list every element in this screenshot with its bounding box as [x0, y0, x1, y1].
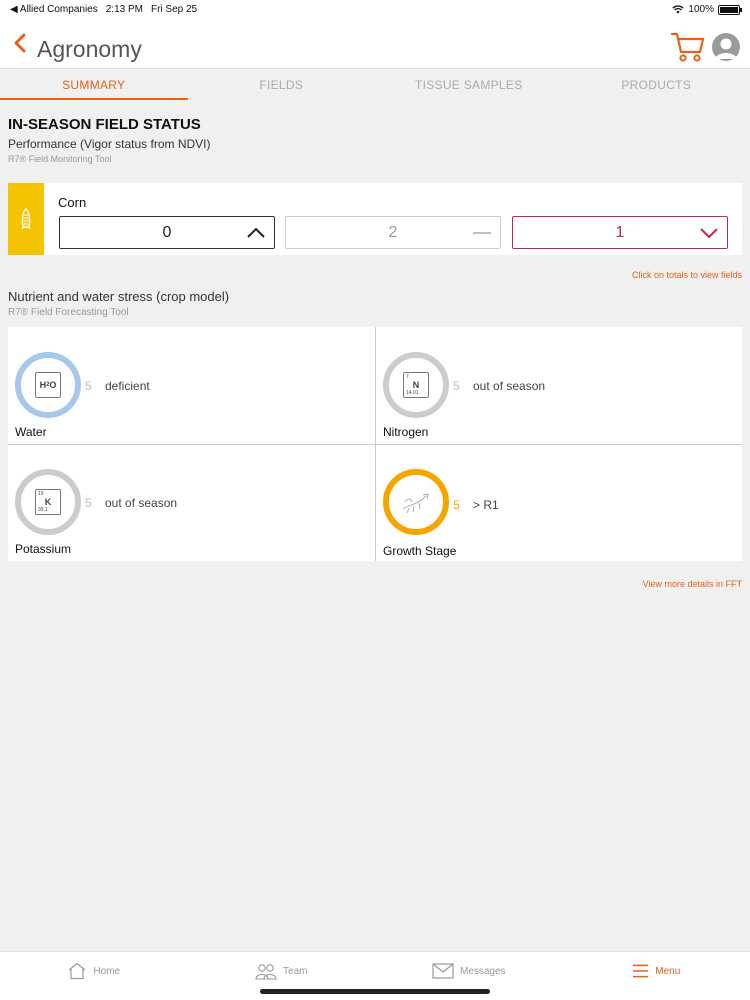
- carrier-label[interactable]: ◀ Allied Companies: [10, 4, 98, 15]
- water-tile[interactable]: H2O 5 deficient Water: [8, 327, 375, 444]
- growth-stage-icon: [402, 493, 429, 514]
- growth-stage-ring: [383, 469, 449, 535]
- page-title: Agronomy: [37, 36, 142, 62]
- user-avatar-icon[interactable]: [712, 33, 740, 61]
- total-declining-value: 1: [615, 224, 625, 241]
- nav-messages-label: Messages: [459, 965, 506, 977]
- water-label: Water: [15, 425, 47, 439]
- potassium-element-icon: 19 K 39.1: [35, 489, 61, 515]
- in-season-subtitle: Performance (Vigor status from NDVI): [8, 137, 211, 151]
- click-totals-hint: Click on totals to view fields: [631, 270, 742, 280]
- nitrogen-status: out of season: [473, 379, 546, 393]
- crop-name: Corn: [58, 195, 87, 210]
- nitrogen-tile[interactable]: 7 N 14.01 5 out of season Nitrogen: [375, 327, 742, 444]
- water-count: 5: [85, 379, 92, 393]
- tab-bar: SUMMARY FIELDS TISSUE SAMPLES PRODUCTS: [0, 68, 750, 100]
- potassium-status: out of season: [105, 496, 178, 510]
- nitrogen-count: 5: [453, 379, 460, 393]
- team-icon: [255, 964, 277, 980]
- tab-summary[interactable]: SUMMARY: [0, 69, 188, 100]
- growth-stage-count: 5: [453, 498, 460, 512]
- total-steady-value: 2: [388, 224, 398, 241]
- growth-stage-label: Growth Stage: [383, 544, 457, 558]
- nitrogen-ring: 7 N 14.01: [383, 352, 449, 418]
- tab-products[interactable]: PRODUCTS: [563, 69, 750, 100]
- cart-icon[interactable]: [670, 30, 706, 64]
- nav-menu[interactable]: Menu: [563, 952, 750, 1000]
- nav-home-label: Home: [93, 965, 121, 977]
- potassium-ring: 19 K 39.1: [15, 469, 81, 535]
- nitrogen-element-icon: 7 N 14.01: [403, 372, 429, 398]
- h2o-icon: H2O: [35, 372, 61, 398]
- corn-icon: [21, 208, 31, 230]
- home-indicator: [260, 989, 490, 994]
- wifi-icon: [672, 5, 685, 14]
- tab-tissue-samples[interactable]: TISSUE SAMPLES: [375, 69, 563, 100]
- status-date: Fri Sep 25: [150, 4, 198, 15]
- crop-strip: [8, 183, 44, 255]
- status-time: 2:13 PM: [105, 4, 143, 15]
- view-fft-link[interactable]: View more details in FFT: [643, 579, 742, 589]
- growth-stage-status: > R1: [473, 498, 499, 512]
- messages-icon: [432, 963, 454, 979]
- nav-home[interactable]: Home: [0, 952, 188, 1000]
- nitrogen-label: Nitrogen: [383, 425, 429, 439]
- crop-status-card: Corn 0 2 1: [8, 183, 742, 255]
- potassium-label: Potassium: [15, 542, 72, 556]
- nav-team-label: Team: [283, 965, 308, 977]
- nav-menu-label: Menu: [655, 965, 681, 977]
- battery-icon: [718, 4, 742, 15]
- nutrient-title: Nutrient and water stress (crop model): [8, 289, 230, 304]
- potassium-tile[interactable]: 19 K 39.1 5 out of season Potassium: [8, 444, 375, 561]
- water-ring: H2O: [15, 352, 81, 418]
- forecasting-tool-label: R7® Field Forecasting Tool: [8, 307, 129, 318]
- chevron-down-icon: [700, 228, 718, 239]
- in-season-title: IN-SEASON FIELD STATUS: [8, 116, 201, 133]
- home-icon: [69, 962, 86, 980]
- dash-icon: [473, 232, 491, 234]
- chevron-up-icon: [247, 227, 265, 238]
- battery-percent: 100%: [688, 4, 714, 15]
- total-improving-value: 0: [162, 224, 172, 241]
- total-improving-button[interactable]: 0: [59, 216, 275, 249]
- total-steady-button[interactable]: 2: [285, 216, 501, 249]
- total-declining-button[interactable]: 1: [512, 216, 728, 249]
- tab-fields[interactable]: FIELDS: [188, 69, 376, 100]
- app-header: Agronomy: [0, 20, 750, 68]
- monitoring-tool-label: R7® Field Monitoring Tool: [8, 154, 112, 164]
- water-status: deficient: [105, 379, 150, 393]
- potassium-count: 5: [85, 496, 92, 510]
- menu-icon: [633, 964, 649, 978]
- growth-stage-tile[interactable]: 5 > R1 Growth Stage: [375, 444, 742, 561]
- nutrient-grid: H2O 5 deficient Water 7 N 14.01 5 out of s…: [8, 327, 742, 561]
- chevron-left-icon[interactable]: [10, 32, 32, 54]
- status-bar: ◀ Allied Companies 2:13 PM Fri Sep 25 10…: [0, 0, 750, 20]
